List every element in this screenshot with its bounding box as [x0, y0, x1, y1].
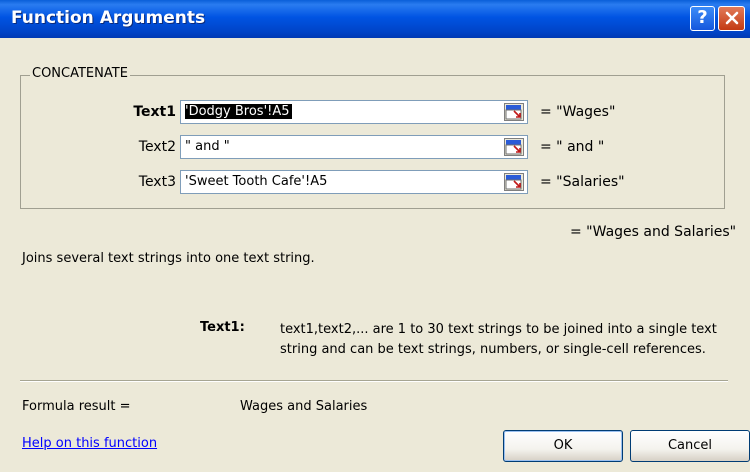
text1-input[interactable]: 'Dodgy Bros'!A5: [180, 100, 528, 124]
window-title: Function Arguments: [11, 8, 206, 28]
function-result: = "Wages and Salaries": [570, 224, 737, 240]
help-on-function-link[interactable]: Help on this function: [22, 436, 157, 451]
help-button[interactable]: ?: [690, 6, 715, 31]
arg-label-text2: Text2: [138, 139, 176, 155]
formula-result-label: Formula result =: [22, 399, 131, 414]
ok-button[interactable]: OK: [503, 430, 623, 462]
text3-collapse-button[interactable]: [504, 173, 524, 191]
divider: [20, 380, 728, 382]
arg-label-text3: Text3: [138, 174, 176, 190]
text2-collapse-button[interactable]: [504, 138, 524, 156]
arg-label-text1: Text1: [133, 104, 176, 120]
function-description: Joins several text strings into one text…: [22, 251, 315, 266]
function-name: CONCATENATE: [30, 66, 130, 81]
range-select-icon: [505, 175, 522, 190]
text1-result: = "Wages": [540, 104, 616, 120]
formula-result-value: Wages and Salaries: [240, 399, 368, 414]
question-icon: ?: [697, 7, 708, 28]
text3-value: 'Sweet Tooth Cafe'!A5: [185, 174, 328, 189]
text1-collapse-button[interactable]: [504, 103, 524, 121]
range-select-icon: [505, 140, 522, 155]
range-select-icon: [505, 105, 522, 120]
title-bar[interactable]: Function Arguments ?: [0, 0, 750, 38]
close-icon: [725, 11, 738, 25]
text2-result: = " and ": [540, 139, 605, 155]
text2-value: " and ": [185, 139, 230, 154]
text3-input[interactable]: 'Sweet Tooth Cafe'!A5: [180, 170, 528, 194]
function-arguments-dialog: Function Arguments ? CONCATENATE Text1 '…: [0, 0, 750, 472]
arg-help-name: Text1:: [200, 320, 245, 335]
text3-result: = "Salaries": [540, 174, 625, 190]
close-button[interactable]: [718, 6, 745, 31]
text1-value: 'Dodgy Bros'!A5: [185, 104, 292, 119]
cancel-button[interactable]: Cancel: [630, 430, 750, 462]
text2-input[interactable]: " and ": [180, 135, 528, 159]
arg-help-text: text1,text2,... are 1 to 30 text strings…: [280, 322, 717, 357]
